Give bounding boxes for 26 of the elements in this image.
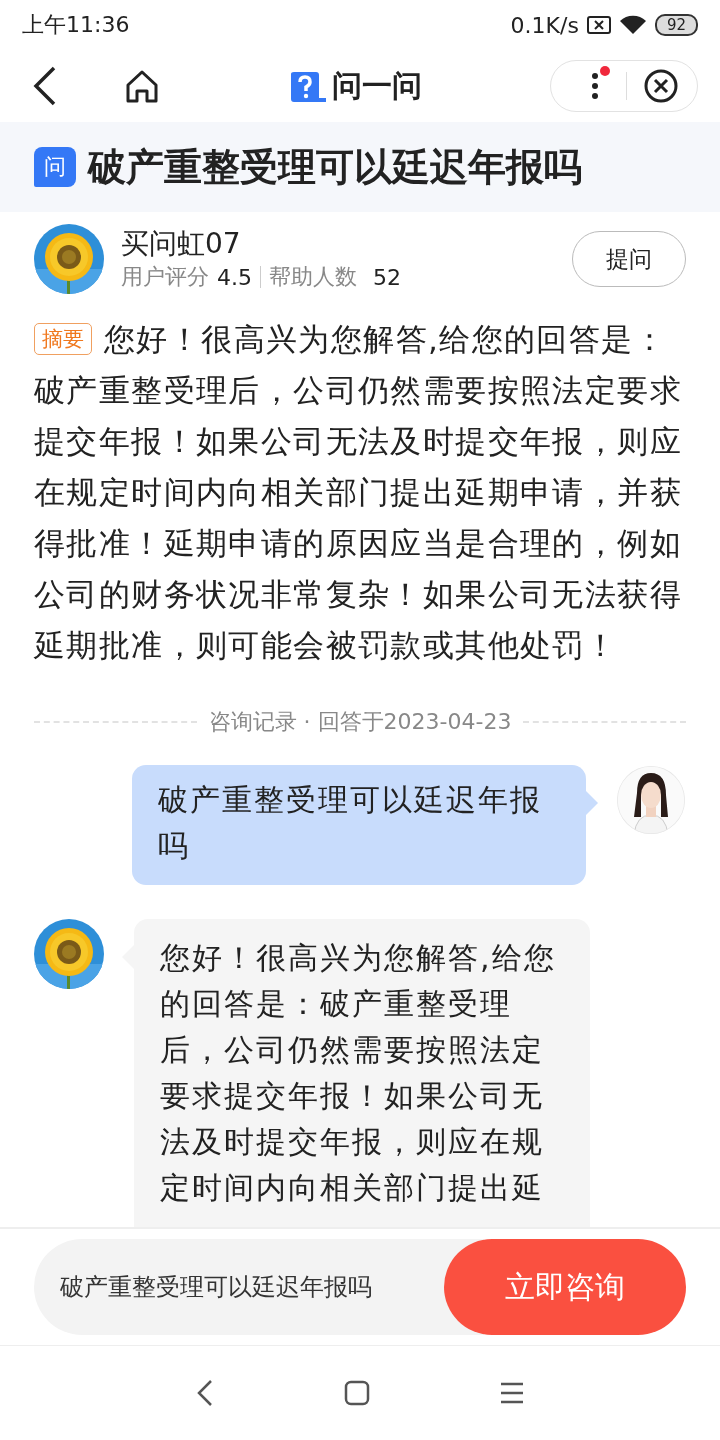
home-icon[interactable] xyxy=(344,1380,370,1406)
summary-tag: 摘要 xyxy=(34,323,92,355)
wifi-icon xyxy=(618,15,647,35)
helped-count: 52 xyxy=(373,264,401,290)
ask-button[interactable]: 提问 xyxy=(572,231,686,287)
network-speed: 0.1K/s xyxy=(510,12,579,38)
helped-label: 帮助人数 xyxy=(269,263,357,291)
status-time: 上午11:36 xyxy=(22,11,130,39)
close-icon[interactable] xyxy=(643,68,680,104)
home-icon[interactable] xyxy=(124,68,160,104)
summary-text: 摘要 您好！很高兴为您解答,给您的回答是：破产重整受理后，公司仍然需要按照法定要求提交年报！如果公司无法及时提交年报，则应在规定时间内向相关部门提出延期申请，并获得批准！延期申请的原因应当是合理的，例如公司的财务状况非常复杂！如果公司无法获得延期批准，则可能会被罚款或其他处罚！ xyxy=(34,320,683,665)
question-input-field[interactable]: 破产重整受理可以廷迟年报吗 xyxy=(34,1239,484,1335)
rating-value: 4.5 xyxy=(217,264,252,290)
back-icon[interactable] xyxy=(32,66,58,106)
question-title: 破产重整受理可以廷迟年报吗 xyxy=(88,143,582,191)
answerer-name: 买问虹07 xyxy=(121,226,242,262)
message-text: 您好！很高兴为您解答,给您的回答是：破产重整受理后，公司仍然需要按照法定要求提交年报！如果公司无法及时提交年报，则应在规定时间内向相关部门提出延 xyxy=(160,940,556,1205)
message-text: 破产重整受理可以廷迟年报吗 xyxy=(158,782,542,863)
app-title: 问一问 xyxy=(332,67,422,105)
rating-label: 用户评分 xyxy=(121,263,209,291)
question-tag: 问 xyxy=(34,147,76,187)
menu-icon[interactable] xyxy=(499,1381,526,1405)
sim-off-icon xyxy=(586,16,611,34)
battery-level: 92 xyxy=(654,14,698,36)
record-label: 咨询记录 · 回答于2023-04-23 xyxy=(208,708,512,736)
question-logo-icon xyxy=(288,69,328,104)
